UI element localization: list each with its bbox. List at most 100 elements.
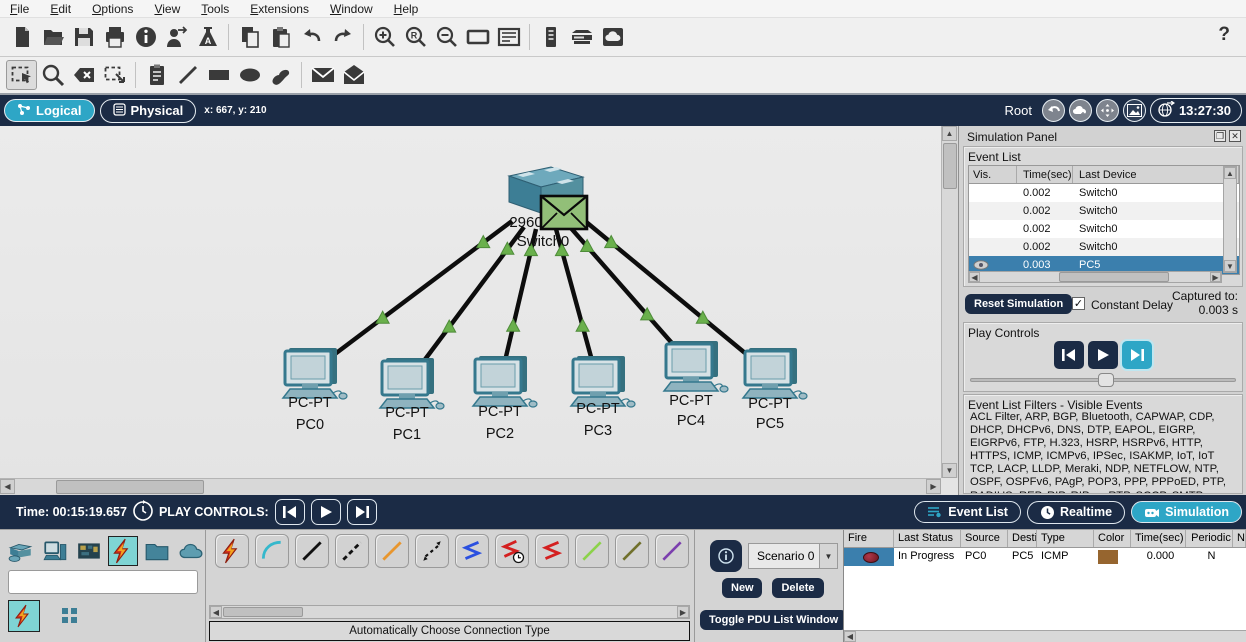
- category-multiuser-icon[interactable]: [176, 536, 206, 566]
- connection-serial-dce[interactable]: [495, 534, 529, 568]
- event-row[interactable]: 0.002 Switch0: [969, 184, 1239, 202]
- draw-line-icon[interactable]: [172, 60, 203, 90]
- palette-dialog-icon[interactable]: [462, 22, 493, 52]
- subcategory-connections-icon[interactable]: [8, 600, 40, 632]
- new-file-icon[interactable]: [6, 22, 37, 52]
- category-components-icon[interactable]: [74, 536, 104, 566]
- notes-panel-icon[interactable]: [535, 22, 566, 52]
- device-pc4[interactable]: [662, 341, 729, 393]
- scenario-dropdown[interactable]: Scenario 0 ▼: [748, 543, 838, 569]
- select-icon[interactable]: [6, 60, 37, 90]
- move-object-button[interactable]: [1095, 99, 1119, 122]
- category-miscellaneous-icon[interactable]: [142, 536, 172, 566]
- open-file-icon[interactable]: [37, 22, 68, 52]
- connection-serial-dte[interactable]: [535, 534, 569, 568]
- menu-view[interactable]: View: [152, 2, 191, 16]
- zoom-reset-icon[interactable]: R: [400, 22, 431, 52]
- category-network-devices-icon[interactable]: [6, 536, 36, 566]
- statusbar-step-back-button[interactable]: [274, 499, 305, 525]
- menu-file[interactable]: File: [8, 2, 40, 16]
- zoom-out-icon[interactable]: [431, 22, 462, 52]
- canvas-horizontal-scrollbar[interactable]: ◀ ▶: [0, 478, 941, 495]
- scroll-left-arrow[interactable]: ◀: [0, 479, 15, 494]
- menu-help[interactable]: Help: [392, 2, 430, 16]
- inspect-icon[interactable]: [37, 60, 68, 90]
- menu-options[interactable]: Options: [90, 2, 144, 16]
- category-end-devices-icon[interactable]: [40, 536, 70, 566]
- menu-tools[interactable]: Tools: [199, 2, 240, 16]
- simulation-clock[interactable]: 13:27:30: [1149, 98, 1242, 123]
- event-list-hscroll[interactable]: ◀ ▶: [968, 271, 1222, 283]
- reset-simulation-button[interactable]: Reset Simulation: [965, 294, 1073, 314]
- device-pc3[interactable]: [569, 356, 636, 408]
- realtime-toggle-icon[interactable]: [131, 499, 155, 526]
- step-forward-button[interactable]: [1122, 341, 1152, 369]
- pdu-row[interactable]: In Progress PC0 PC5 ICMP 0.000 N: [844, 548, 1246, 566]
- menu-edit[interactable]: Edit: [48, 2, 82, 16]
- simulation-mode-button[interactable]: Simulation: [1131, 501, 1242, 523]
- statusbar-play-button[interactable]: [310, 499, 341, 525]
- zoom-in-icon[interactable]: [369, 22, 400, 52]
- draw-freeform-icon[interactable]: [265, 60, 296, 90]
- connection-copper-cross-over[interactable]: [335, 534, 369, 568]
- device-pc2[interactable]: [471, 356, 538, 408]
- pdu-envelope[interactable]: [539, 194, 589, 231]
- draw-rectangle-icon[interactable]: [203, 60, 234, 90]
- redo-icon[interactable]: [327, 22, 358, 52]
- device-search-input[interactable]: [8, 570, 198, 594]
- event-row[interactable]: 0.002 Switch0: [969, 202, 1239, 220]
- connection-phone[interactable]: [415, 534, 449, 568]
- new-cluster-button[interactable]: [1068, 99, 1092, 122]
- connection-auto[interactable]: [215, 534, 249, 568]
- realtime-mode-button[interactable]: Realtime: [1026, 500, 1126, 524]
- new-scenario-button[interactable]: New: [722, 578, 762, 598]
- network-analyzer-icon[interactable]: A: [192, 22, 223, 52]
- event-list-vscroll[interactable]: ▲ ▼: [1223, 166, 1237, 273]
- subcategory-connection-grid-icon[interactable]: [54, 600, 86, 632]
- print-icon[interactable]: [99, 22, 130, 52]
- connection-iot-custom-cable[interactable]: [615, 534, 649, 568]
- event-row[interactable]: 0.002 Switch0: [969, 220, 1239, 238]
- connection-octal[interactable]: [575, 534, 609, 568]
- set-background-button[interactable]: [1122, 99, 1146, 122]
- simulation-speed-slider[interactable]: [970, 373, 1236, 387]
- device-rack-icon[interactable]: [566, 22, 597, 52]
- float-panel-icon[interactable]: ❐: [1214, 130, 1226, 142]
- connection-usb[interactable]: [655, 534, 689, 568]
- scenario-info-button[interactable]: [710, 540, 742, 572]
- canvas-vscroll-thumb[interactable]: [943, 143, 957, 189]
- tab-logical[interactable]: Logical: [4, 99, 95, 122]
- fire-cell[interactable]: [844, 548, 894, 566]
- tab-physical[interactable]: Physical: [99, 98, 197, 123]
- device-pc5[interactable]: [741, 348, 808, 400]
- canvas-vertical-scrollbar[interactable]: ▲ ▼: [941, 126, 958, 478]
- connection-copper-straight-through[interactable]: [295, 534, 329, 568]
- delete-icon[interactable]: [68, 60, 99, 90]
- scroll-down-arrow[interactable]: ▼: [942, 463, 957, 478]
- canvas-hscroll-thumb[interactable]: [56, 480, 204, 494]
- cloud-services-icon[interactable]: [597, 22, 628, 52]
- connection-console[interactable]: [255, 534, 289, 568]
- save-icon[interactable]: [68, 22, 99, 52]
- connection-coaxial[interactable]: [455, 534, 489, 568]
- draw-ellipse-icon[interactable]: [234, 60, 265, 90]
- menu-window[interactable]: Window: [328, 2, 384, 16]
- delete-scenario-button[interactable]: Delete: [772, 578, 824, 598]
- event-list-button[interactable]: Event List: [914, 501, 1021, 523]
- close-panel-icon[interactable]: ✕: [1229, 130, 1241, 142]
- paste-icon[interactable]: [265, 22, 296, 52]
- undo-icon[interactable]: [296, 22, 327, 52]
- custom-devices-dialog-icon[interactable]: [493, 22, 524, 52]
- step-back-button[interactable]: [1054, 341, 1084, 369]
- constant-delay-checkbox[interactable]: ✓: [1072, 297, 1085, 310]
- device-pc1[interactable]: [378, 358, 445, 410]
- scroll-up-arrow[interactable]: ▲: [942, 126, 957, 141]
- statusbar-step-forward-button[interactable]: [346, 499, 377, 525]
- info-icon[interactable]: [130, 22, 161, 52]
- place-note-icon[interactable]: [141, 60, 172, 90]
- copy-icon[interactable]: [234, 22, 265, 52]
- add-complex-pdu-icon[interactable]: [338, 60, 369, 90]
- connections-scrollbar[interactable]: ◀ ▶: [209, 605, 690, 619]
- add-simple-pdu-icon[interactable]: [307, 60, 338, 90]
- event-row[interactable]: 0.002 Switch0: [969, 238, 1239, 256]
